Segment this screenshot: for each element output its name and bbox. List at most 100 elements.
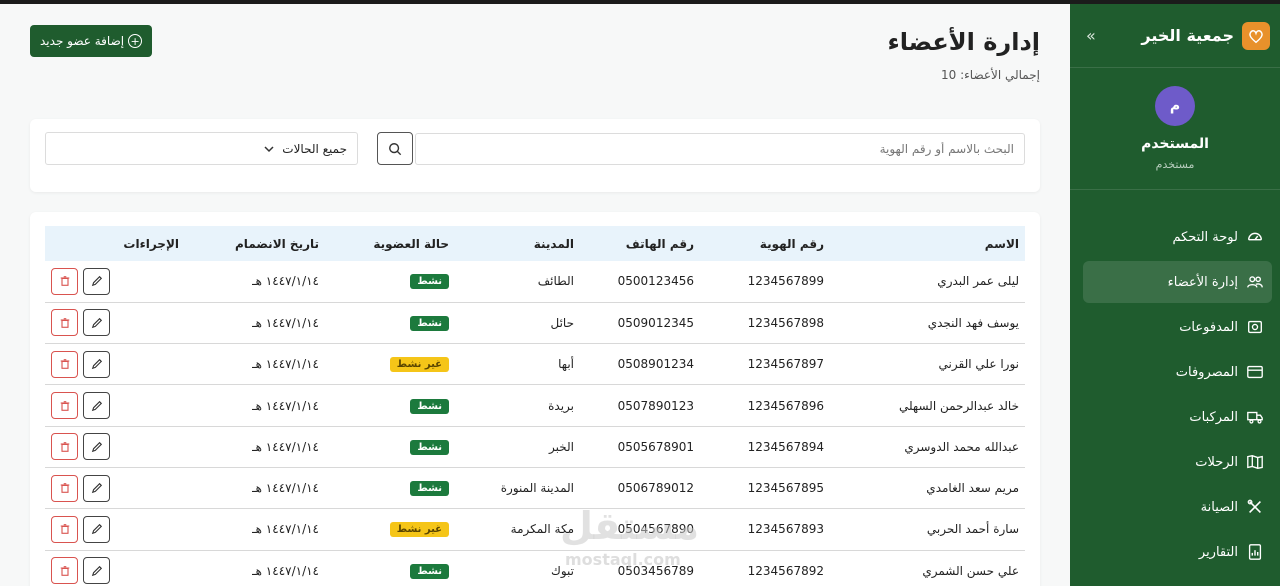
pencil-icon (91, 275, 103, 287)
member-join-date: ١٤٤٧/١/١٤ هـ (252, 439, 319, 454)
sidebar-item-7[interactable]: التقارير (1083, 531, 1272, 573)
trash-icon (59, 317, 71, 329)
member-actions (45, 385, 185, 426)
edit-button[interactable] (83, 309, 110, 337)
card-icon (1247, 365, 1263, 379)
member-actions (45, 426, 185, 467)
status-filter-value: جميع الحالات (282, 141, 347, 156)
member-status-cell: غير نشط (325, 344, 455, 385)
user-profile: م المستخدم مستخدم (1070, 68, 1280, 190)
table-row: مريم سعد الغامدي 1234567895 0506789012 المد… (45, 467, 1025, 509)
member-id: 1234567898 (747, 315, 824, 330)
sidebar-item-label: المدفوعات (1179, 319, 1238, 335)
member-status-cell: نشط (325, 302, 455, 343)
member-phone: 0500123456 (617, 274, 694, 289)
delete-button[interactable] (51, 515, 78, 543)
edit-button[interactable] (83, 515, 110, 543)
col-phone: رقم الهاتف (625, 236, 694, 251)
member-city: المدينة المنورة (500, 481, 574, 496)
chevron-down-icon (264, 145, 274, 152)
member-name: سارة أحمد الحربي (926, 522, 1019, 537)
member-city: الطائف (537, 274, 574, 289)
edit-button[interactable] (83, 557, 110, 585)
member-join-date: ١٤٤٧/١/١٤ هـ (252, 522, 319, 537)
delete-button[interactable] (51, 392, 78, 420)
member-status-cell: نشط (325, 550, 455, 586)
table-row: سارة أحمد الحربي 1234567893 0504567890 مكة … (45, 509, 1025, 551)
table-row: ليلى عمر البدري 1234567899 0500123456 الطائ… (45, 261, 1025, 303)
members-table-card: الاسم رقم الهوية رقم الهاتف المدينة حالة… (30, 212, 1040, 586)
add-member-button[interactable]: + إضافة عضو جديد (30, 25, 153, 57)
trash-icon (59, 400, 71, 412)
search-button[interactable] (377, 132, 413, 165)
member-status-cell: نشط (325, 385, 455, 426)
sidebar-item-label: إدارة الأعضاء (1167, 274, 1238, 290)
edit-button[interactable] (83, 350, 110, 378)
trash-icon (59, 565, 71, 577)
delete-button[interactable] (51, 267, 78, 295)
sidebar-item-2[interactable]: المدفوعات (1083, 306, 1272, 348)
member-city: حائل (550, 315, 574, 330)
brand-name: جمعية الخير (1141, 26, 1234, 45)
pencil-icon (91, 400, 103, 412)
member-actions (45, 550, 185, 586)
sidebar-item-label: المصروفات (1175, 364, 1238, 380)
search-input[interactable] (415, 133, 1025, 165)
main-content: إدارة الأعضاء إجمالي الأعضاء: 10 + إضافة… (0, 4, 1070, 586)
brand-logo-icon (1242, 21, 1270, 50)
member-join-date: ١٤٤٧/١/١٤ هـ (252, 315, 319, 330)
brand-header: جمعية الخير » (1070, 4, 1280, 68)
user-name: المستخدم (1141, 136, 1209, 152)
col-id: رقم الهوية (759, 236, 824, 251)
edit-button[interactable] (83, 433, 110, 461)
member-join-date: ١٤٤٧/١/١٤ هـ (252, 357, 319, 372)
member-actions (45, 344, 185, 385)
member-id: 1234567897 (747, 357, 824, 372)
sidebar-item-4[interactable]: المركبات (1083, 396, 1272, 438)
users-icon (1247, 276, 1263, 288)
delete-button[interactable] (51, 474, 78, 502)
col-actions: الإجراءات (123, 236, 179, 251)
col-name: الاسم (984, 236, 1019, 251)
member-city: أبها (558, 357, 574, 372)
sidebar-item-1[interactable]: إدارة الأعضاء (1083, 261, 1272, 303)
trash-icon (59, 358, 71, 370)
sidebar-item-6[interactable]: الصيانة (1083, 486, 1272, 528)
edit-button[interactable] (83, 392, 110, 420)
member-join-date: ١٤٤٧/١/١٤ هـ (252, 563, 319, 578)
delete-button[interactable] (51, 309, 78, 337)
sidebar-item-3[interactable]: المصروفات (1083, 351, 1272, 393)
status-filter-select[interactable]: جميع الحالات (45, 132, 358, 165)
delete-button[interactable] (51, 557, 78, 585)
member-name: خالد عبدالرحمن السهلي (898, 398, 1019, 413)
trash-icon (59, 482, 71, 494)
member-name: ليلى عمر البدري (937, 274, 1019, 289)
member-id: 1234567892 (747, 563, 824, 578)
pencil-icon (91, 317, 103, 329)
delete-button[interactable] (51, 433, 78, 461)
add-member-label: إضافة عضو جديد (40, 34, 125, 48)
member-id: 1234567896 (747, 398, 824, 413)
member-phone: 0509012345 (617, 315, 694, 330)
sidebar-item-5[interactable]: الرحلات (1083, 441, 1272, 483)
status-badge: نشط (410, 439, 449, 455)
edit-button[interactable] (83, 267, 110, 295)
collapse-sidebar-icon[interactable]: » (1086, 26, 1096, 45)
member-actions (45, 302, 185, 343)
page-title: إدارة الأعضاء (887, 28, 1040, 56)
member-id: 1234567899 (747, 274, 824, 289)
member-phone: 0505678901 (617, 439, 694, 454)
col-status: حالة العضوية (373, 236, 449, 251)
member-name: مريم سعد الغامدي (926, 481, 1019, 496)
sidebar-item-label: الرحلات (1195, 454, 1238, 470)
table-header-row: الاسم رقم الهوية رقم الهاتف المدينة حالة… (45, 226, 1025, 261)
payments-icon (1248, 320, 1262, 334)
table-row: يوسف فهد النجدي 1234567898 0509012345 حائل ن… (45, 302, 1025, 344)
sidebar-item-0[interactable]: لوحة التحكم (1083, 216, 1272, 258)
delete-button[interactable] (51, 350, 78, 378)
sidebar-item-label: لوحة التحكم (1172, 229, 1238, 245)
edit-button[interactable] (83, 474, 110, 502)
pencil-icon (91, 482, 103, 494)
member-status-cell: نشط (325, 467, 455, 508)
member-id: 1234567893 (747, 522, 824, 537)
